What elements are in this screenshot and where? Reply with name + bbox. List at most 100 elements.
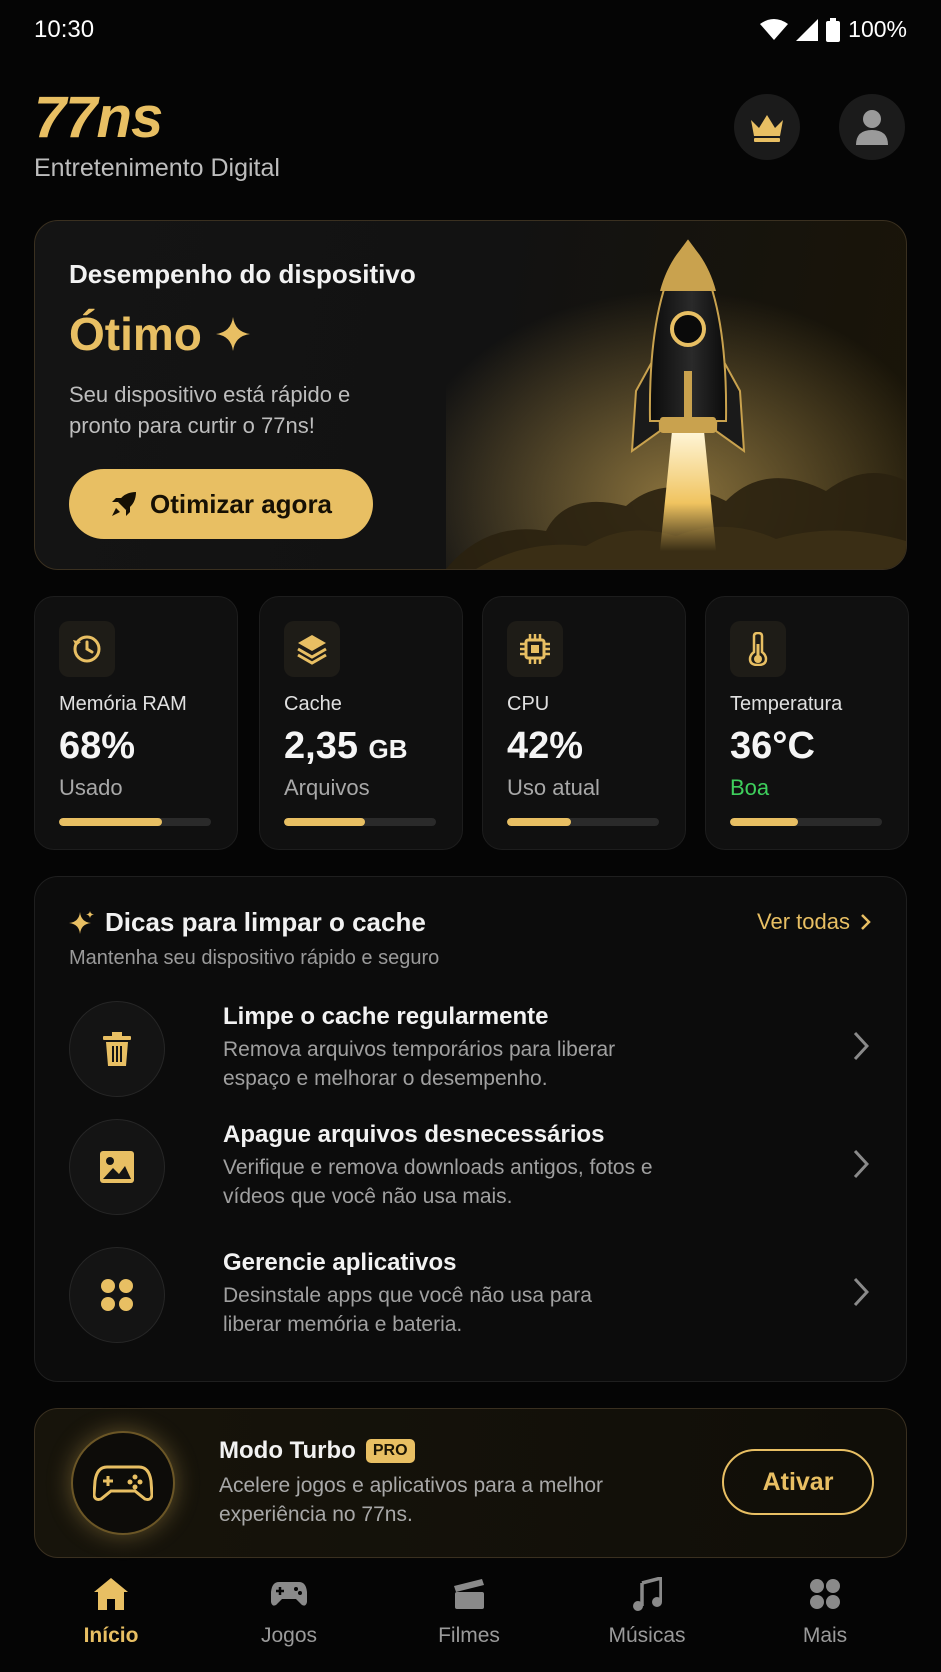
tip-icon-circle [69,1001,165,1097]
nav-label: Início [83,1624,139,1647]
stat-progress-fill [507,818,571,826]
home-icon [94,1578,128,1610]
nav-item-jogos[interactable]: Jogos [229,1574,349,1648]
stat-card-ram[interactable]: Memória RAM 68% Usado [34,596,238,850]
tips-description: Mantenha seu dispositivo rápido e seguro [69,947,440,969]
sparkle-icon [215,317,250,351]
stat-label: Memória RAM [59,693,187,715]
rocket-icon [111,492,136,516]
see-all-link[interactable]: Ver todas [757,909,872,935]
tip-title: Limpe o cache regularmente [223,1003,549,1030]
stat-card-temperature[interactable]: Temperatura 36°C Boa [705,596,909,850]
sparkle-icon [69,910,94,934]
tip-item[interactable]: Gerencie aplicativos Desinstale apps que… [69,1247,879,1343]
battery-icon [826,17,841,42]
optimize-button[interactable]: Otimizar agora [69,469,373,539]
tip-title: Gerencie aplicativos [223,1249,457,1276]
see-all-label: Ver todas [757,909,850,934]
stat-progress-bar [284,818,436,826]
chevron-right-icon [861,914,871,930]
stat-progress-fill [730,818,799,826]
status-bar: 10:30 100% [0,0,941,60]
app-subtitle: Entretenimento Digital [34,154,280,182]
tips-title: Dicas para limpar o cache [105,907,426,937]
crown-icon [751,115,783,142]
activate-button[interactable]: Ativar [722,1449,874,1515]
premium-button[interactable] [734,94,800,160]
app-logo: 77ns [34,85,163,150]
optimize-button-label: Otimizar agora [149,488,333,519]
chevron-right-icon [853,1277,869,1307]
bottom-nav: Início Jogos Filmes Músicas Mais [0,1568,941,1672]
status-time: 10:30 [34,16,95,43]
stat-sub-status: Boa [730,775,770,800]
stat-value-number: 36°C [730,725,815,767]
tip-text: Desinstale apps que você não usa para li… [223,1284,592,1336]
cache-tips-card: Dicas para limpar o cache Ver todas Mant… [34,876,907,1382]
stat-progress-bar [507,818,659,826]
stat-icon-box [59,621,115,677]
stat-sub: Uso atual [507,775,600,800]
battery-level: 100% [848,16,907,42]
nav-item-mais[interactable]: Mais [765,1574,885,1648]
turbo-mode-card: Modo Turbo PRO Acelere jogos e aplicativ… [34,1408,907,1558]
stat-icon-box [507,621,563,677]
thermometer-icon [748,632,768,666]
stat-label: Cache [284,693,342,715]
signal-icon [796,18,819,41]
stat-value-number: 42% [507,725,584,767]
tip-item[interactable]: Apague arquivos desnecessários Verifique… [69,1119,879,1215]
stat-progress-fill [284,818,365,826]
status-icons: 100% [760,16,907,43]
nav-label: Filmes [438,1624,500,1647]
tip-text: Verifique e remova downloads antigos, fo… [223,1156,653,1208]
tip-icon-circle [69,1247,165,1343]
tip-icon-circle [69,1119,165,1215]
stat-value: 2,35 GB [284,725,408,768]
stat-value-number: 68% [59,725,136,767]
stat-label: Temperatura [730,693,843,715]
stat-value: 42% [507,725,583,768]
pro-badge: PRO [365,1439,415,1463]
nav-item-filmes[interactable]: Filmes [409,1574,529,1648]
nav-label: Mais [802,1624,848,1647]
performance-card: Desempenho do dispositivo Ótimo Seu disp… [34,220,907,570]
trash-icon [103,1032,131,1066]
stat-unit: GB [368,734,408,764]
rocket-illustration [446,221,906,569]
profile-button[interactable] [839,94,905,160]
apps-icon [101,1279,133,1311]
stat-icon-box [730,621,786,677]
history-icon [73,635,101,663]
turbo-heading: Modo Turbo PRO [219,1437,415,1465]
layers-icon [297,635,327,665]
gamepad-icon [93,1465,153,1501]
nav-item-inicio[interactable]: Início [51,1574,171,1648]
stat-value-number: 2,35 [284,725,358,767]
tips-heading: Dicas para limpar o cache [69,907,426,938]
stat-sub: Usado [59,775,123,800]
wifi-icon [760,18,789,40]
tip-title: Apague arquivos desnecessários [223,1121,605,1148]
clapperboard-icon [454,1579,484,1609]
chevron-right-icon [853,1031,869,1061]
chip-icon [520,634,550,664]
stat-value: 36°C [730,725,815,768]
turbo-title: Modo Turbo [219,1437,356,1464]
performance-rating: Ótimo [69,307,250,361]
grid-icon [810,1579,840,1609]
performance-description: Seu dispositivo está rápido e pronto par… [69,382,351,438]
tip-item[interactable]: Limpe o cache regularmente Remova arquiv… [69,1001,879,1097]
stat-label: CPU [507,693,550,715]
gamepad-icon [271,1582,307,1606]
performance-heading: Desempenho do dispositivo [69,259,416,289]
tip-text: Remova arquivos temporários para liberar… [223,1038,616,1090]
stat-card-cache[interactable]: Cache 2,35 GB Arquivos [259,596,463,850]
nav-item-musicas[interactable]: Músicas [587,1574,707,1648]
nav-label: Jogos [260,1624,318,1647]
image-icon [100,1151,134,1183]
chevron-right-icon [853,1149,869,1179]
stat-card-cpu[interactable]: CPU 42% Uso atual [482,596,686,850]
stat-progress-bar [730,818,882,826]
stat-value: 68% [59,725,135,768]
